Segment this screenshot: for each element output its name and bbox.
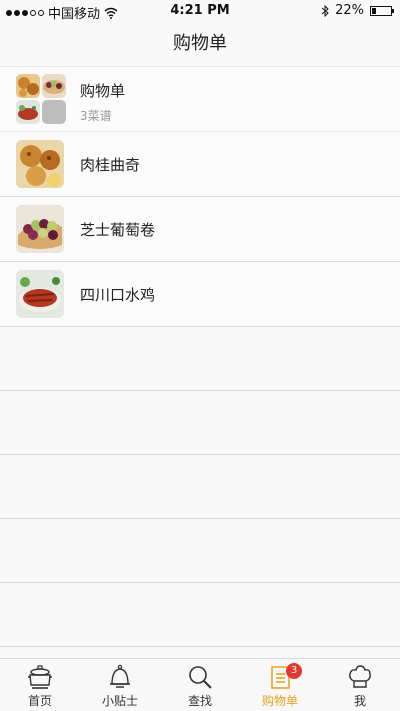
grape-roll-thumbnail (42, 74, 66, 98)
tab-label: 首页 (27, 694, 52, 708)
tab-label: 查找 (187, 694, 212, 708)
empty-row (0, 391, 400, 455)
nav-bar: 购物单 (0, 22, 400, 67)
summary-thumbnail-grid (16, 74, 66, 124)
shopping-list-badge: 3 (286, 663, 302, 679)
tab-label: 我 (353, 694, 366, 708)
tab-shopping-list[interactable]: 3 购物单 (240, 659, 320, 711)
list-item[interactable]: 四川口水鸡 (0, 262, 400, 327)
list-item[interactable]: 肉桂曲奇 (0, 132, 400, 197)
status-bar: 中国移动 4:21 PM 22% (0, 0, 400, 22)
search-icon (189, 666, 212, 689)
recipe-name: 肉桂曲奇 (80, 156, 141, 174)
tab-bar: 首页 小贴士 查找 3 购物单 我 (0, 658, 400, 711)
shopping-list: 购物单 3菜谱 肉桂曲奇 芝士葡萄卷 四川口水鸡 (0, 67, 400, 647)
recipe-name: 芝士葡萄卷 (80, 221, 156, 239)
grape-roll-thumbnail (16, 205, 64, 253)
bluetooth-icon (321, 4, 329, 17)
recipe-name: 四川口水鸡 (80, 286, 156, 304)
chicken-thumbnail (16, 270, 64, 318)
cookie-thumbnail (16, 74, 40, 98)
tab-home[interactable]: 首页 (0, 659, 80, 711)
empty-row (0, 519, 400, 583)
battery-icon (370, 5, 394, 16)
empty-row (0, 455, 400, 519)
summary-title: 购物单 (80, 82, 126, 100)
pot-icon (28, 665, 52, 689)
summary-recipe-count: 3菜谱 (80, 109, 112, 123)
empty-thumbnail (42, 100, 66, 124)
battery-percent: 22% (335, 3, 364, 18)
tab-label: 小贴士 (101, 694, 138, 708)
bell-icon (110, 664, 130, 688)
empty-row (0, 327, 400, 391)
list-item[interactable]: 芝士葡萄卷 (0, 197, 400, 262)
tab-search[interactable]: 查找 (160, 659, 240, 711)
chef-hat-icon (349, 665, 371, 688)
cookie-thumbnail (16, 140, 64, 188)
battery-group: 22% (321, 3, 394, 18)
page-title: 购物单 (173, 33, 227, 54)
empty-row (0, 583, 400, 647)
shopping-list-summary[interactable]: 购物单 3菜谱 (0, 67, 400, 132)
tab-me[interactable]: 我 (320, 659, 400, 711)
chicken-thumbnail (16, 100, 40, 124)
tab-tips[interactable]: 小贴士 (80, 659, 160, 711)
tab-label: 购物单 (261, 694, 298, 708)
